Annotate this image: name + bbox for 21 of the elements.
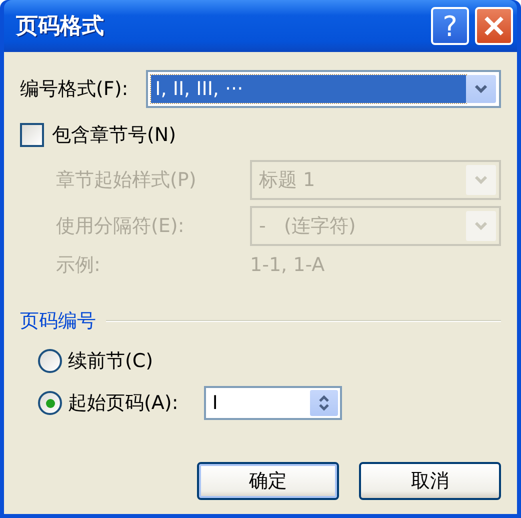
cancel-button[interactable]: 取消	[359, 462, 501, 500]
close-icon	[483, 15, 505, 37]
window-title: 页码格式	[16, 13, 104, 41]
spin-arrows-icon	[318, 393, 330, 413]
radio-label: 起始页码(A):	[68, 391, 178, 416]
ok-button[interactable]: 确定	[197, 462, 339, 500]
radio-button[interactable]	[38, 349, 62, 373]
field-label: 示例:	[56, 253, 102, 278]
field-label: 章节起始样式(P)	[56, 168, 198, 193]
group-title: 页码编号	[20, 309, 96, 334]
help-button[interactable]: ?	[431, 7, 469, 45]
checkbox[interactable]	[20, 123, 44, 147]
checkbox-label: 包含章节号(N)	[52, 123, 176, 148]
close-button[interactable]	[475, 7, 513, 45]
field-label: 使用分隔符(E):	[56, 214, 186, 239]
number-format-dropdown[interactable]: I, II, III, ···	[146, 70, 501, 108]
radio-label: 续前节(C)	[68, 349, 154, 374]
example-value: 1-1, 1-A	[250, 254, 326, 276]
field-label: 编号格式(F):	[20, 77, 128, 102]
start-page-spinbox[interactable]: I	[204, 386, 342, 420]
radio-button[interactable]	[38, 391, 62, 415]
